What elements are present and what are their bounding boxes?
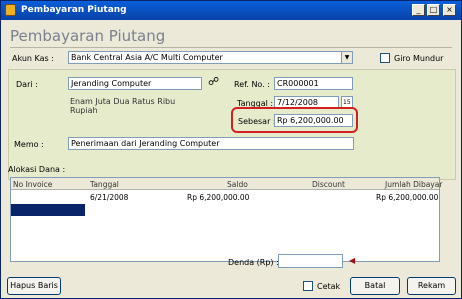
rekam-button[interactable]: Rekam xyxy=(407,277,456,295)
cetak-label: Cetak xyxy=(317,282,341,291)
selected-cell-bg xyxy=(11,204,85,216)
arrow-left-icon: ◀ xyxy=(349,256,356,265)
link-customer-icon[interactable]: ☍ xyxy=(208,75,219,88)
title-bar[interactable]: Pembayaran Piutang _ □ × xyxy=(1,1,461,20)
dari-label: Dari : xyxy=(16,80,38,89)
memo-input[interactable]: Penerimaan dari Jeranding Computer xyxy=(68,137,354,150)
page-title: Pembayaran Piutang xyxy=(10,27,166,45)
minimize-button[interactable]: _ xyxy=(412,4,425,16)
amount-in-words: Enam Juta Dua Ratus Ribu Rupiah xyxy=(70,97,176,115)
col-tanggal[interactable]: Tanggal xyxy=(90,180,119,189)
close-button[interactable]: × xyxy=(443,4,456,16)
ref-no-label: Ref. No. : xyxy=(234,80,270,89)
hapus-baris-button[interactable]: Hapus Baris xyxy=(7,277,61,295)
cell-tanggal[interactable]: 6/21/2008 xyxy=(90,193,128,202)
akun-kas-label: Akun Kas : xyxy=(12,54,54,63)
window-title: Pembayaran Piutang xyxy=(21,5,127,15)
batal-button[interactable]: Batal xyxy=(350,277,400,295)
maximize-button[interactable]: □ xyxy=(427,4,440,16)
form-content: Pembayaran Piutang Akun Kas : Bank Centr… xyxy=(2,20,460,298)
chevron-down-icon[interactable]: ▼ xyxy=(341,52,352,63)
allocation-table: No Invoice Tanggal Saldo Discount Jumlah… xyxy=(10,177,442,262)
cell-no-invoice[interactable]: 35/TD/VI/2008 xyxy=(13,193,67,202)
col-jumlah-dibayar[interactable]: Jumlah Dibayar xyxy=(385,180,442,189)
heading-divider xyxy=(10,47,452,48)
akun-kas-dropdown[interactable]: Bank Central Asia A/C Multi Computer ▼ xyxy=(68,51,353,64)
giro-mundur-label: Giro Mundur xyxy=(394,54,444,63)
ref-no-input[interactable]: CR000001 xyxy=(274,77,353,90)
akun-kas-value: Bank Central Asia A/C Multi Computer xyxy=(71,53,223,62)
alokasi-label: Alokasi Dana : xyxy=(8,165,66,174)
col-discount[interactable]: Discount xyxy=(312,180,345,189)
button-bar: Hapus Baris Cetak Batal Rekam xyxy=(2,272,460,298)
table-row[interactable]: 35/TD/VI/2008 6/21/2008 Rp 6,200,000.00 … xyxy=(11,191,439,216)
memo-label: Memo : xyxy=(14,140,44,149)
col-saldo[interactable]: Saldo xyxy=(227,180,248,189)
cetak-checkbox[interactable] xyxy=(303,281,313,291)
amount-highlight xyxy=(231,107,358,133)
denda-label: Denda (Rp) : xyxy=(228,258,279,267)
denda-input[interactable] xyxy=(278,254,343,268)
giro-mundur-checkbox[interactable] xyxy=(380,53,390,63)
payment-window: Pembayaran Piutang _ □ × Pembayaran Piut… xyxy=(0,0,462,299)
table-header: No Invoice Tanggal Saldo Discount Jumlah… xyxy=(11,178,442,190)
col-no-invoice[interactable]: No Invoice xyxy=(13,180,52,189)
cell-jumlah[interactable]: Rp 6,200,000.00 xyxy=(376,193,438,202)
cell-saldo[interactable]: Rp 6,200,000.00 xyxy=(187,193,249,202)
app-icon xyxy=(5,4,16,16)
dari-input[interactable]: Jeranding Computer xyxy=(68,77,202,90)
